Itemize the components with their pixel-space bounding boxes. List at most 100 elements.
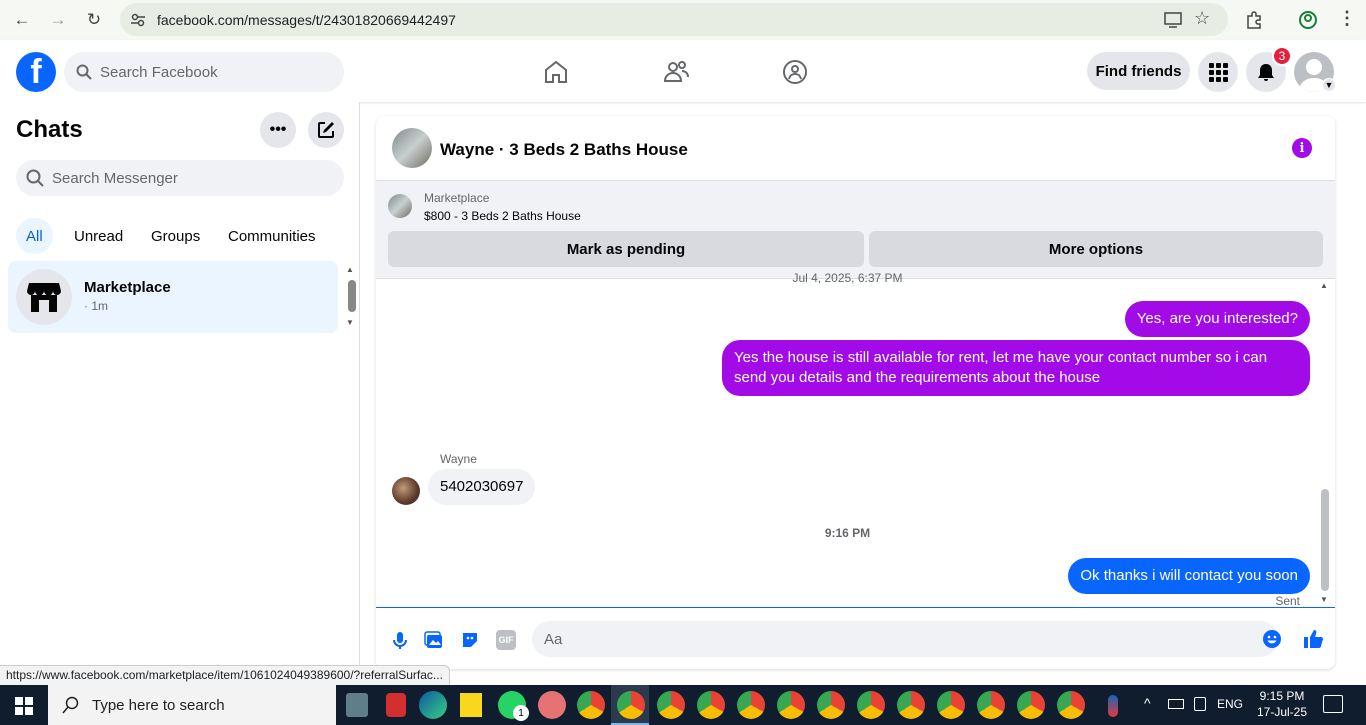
emoji-icon[interactable]: [1262, 629, 1282, 649]
conversation-title[interactable]: Wayne · 3 Beds 2 Baths House: [440, 140, 688, 160]
url-text: facebook.com/messages/t/2430182066944249…: [157, 12, 456, 28]
app-icon[interactable]: [538, 691, 566, 719]
notification-center-icon[interactable]: [1323, 695, 1343, 713]
reload-icon[interactable]: ↻: [82, 8, 106, 32]
address-bar[interactable]: facebook.com/messages/t/2430182066944249…: [120, 3, 1228, 36]
filter-all[interactable]: All: [16, 218, 53, 254]
browser-toolbar: ← → ↻ facebook.com/messages/t/2430182066…: [0, 0, 1366, 40]
chat-time: · 1m: [84, 299, 108, 313]
marketplace-avatar: [16, 269, 72, 325]
scroll-up-arrow[interactable]: ▲: [346, 265, 354, 274]
info-icon[interactable]: i: [1292, 138, 1312, 158]
notification-badge: 3: [1272, 46, 1292, 66]
wayne-avatar[interactable]: [392, 477, 420, 505]
chrome-icon[interactable]: [1057, 691, 1085, 719]
photo-icon[interactable]: [424, 630, 444, 650]
taskbar-clock[interactable]: 9:15 PM 17-Jul-25: [1254, 688, 1310, 720]
message-composer: GIF Aa: [376, 607, 1335, 669]
more-options-button[interactable]: More options: [869, 231, 1323, 267]
chrome-icon[interactable]: [817, 691, 845, 719]
chrome-icon[interactable]: [777, 691, 805, 719]
filter-groups[interactable]: Groups: [141, 218, 210, 254]
sticker-icon[interactable]: [460, 630, 480, 650]
sidebar-scrollbar[interactable]: [348, 280, 356, 312]
taskbar-search-placeholder: Type here to search: [92, 696, 225, 714]
facebook-logo[interactable]: f: [16, 52, 56, 92]
chrome-icon[interactable]: [617, 691, 645, 719]
new-message-button[interactable]: [308, 112, 344, 148]
message-timestamp: 9:16 PM: [824, 526, 871, 540]
search-icon: [62, 696, 79, 714]
more-options-button[interactable]: •••: [260, 112, 296, 148]
menu-icon[interactable]: ⋮: [1338, 8, 1356, 29]
chrome-icon[interactable]: [1017, 691, 1045, 719]
language-indicator[interactable]: ENG: [1217, 697, 1243, 711]
facebook-header: f Search Facebook Find friends ▼: [0, 40, 1366, 102]
chat-list-item[interactable]: Marketplace · 1m: [8, 261, 338, 333]
extensions-icon[interactable]: [1244, 10, 1264, 30]
edge-icon[interactable]: [419, 691, 447, 719]
search-placeholder: Search Facebook: [100, 63, 218, 81]
chrome-icon[interactable]: [737, 691, 765, 719]
filter-communities[interactable]: Communities: [218, 218, 326, 254]
app-icon[interactable]: [386, 693, 406, 717]
search-facebook-input[interactable]: Search Facebook: [64, 52, 344, 92]
chat-name: Marketplace: [84, 279, 171, 296]
sent-message: Yes the house is still available for ren…: [722, 340, 1310, 396]
sent-message: Yes, are you interested?: [1124, 301, 1310, 337]
filter-unread[interactable]: Unread: [64, 218, 133, 254]
message-input[interactable]: Aa: [532, 621, 1278, 657]
sent-status: Sent: [1275, 594, 1300, 608]
conversation-panel: Wayne · 3 Beds 2 Baths House i Marketpla…: [376, 116, 1335, 669]
site-settings-icon[interactable]: [130, 12, 146, 28]
chevron-down-icon[interactable]: ▼: [1322, 78, 1336, 92]
scroll-up-arrow[interactable]: ▲: [1320, 281, 1328, 290]
scroll-down-arrow[interactable]: ▼: [1320, 595, 1328, 604]
thread-scrollbar[interactable]: [1321, 489, 1329, 591]
forward-icon[interactable]: →: [46, 8, 70, 32]
sender-name: Wayne: [440, 452, 477, 466]
find-friends-button[interactable]: Find friends: [1087, 52, 1190, 90]
chrome-icon[interactable]: [697, 691, 725, 719]
storefront-icon: [27, 283, 61, 312]
chrome-icon[interactable]: [657, 691, 685, 719]
menu-grid-button[interactable]: [1198, 52, 1238, 92]
windows-start-icon[interactable]: [15, 697, 33, 715]
thermometer-icon[interactable]: [1108, 695, 1118, 717]
clock-time: 9:15 PM: [1259, 689, 1305, 703]
chevron-up-icon[interactable]: ^: [1144, 695, 1151, 711]
search-icon: [26, 169, 44, 187]
bookmark-star-icon[interactable]: ☆: [1194, 8, 1210, 29]
chrome-icon[interactable]: [857, 691, 885, 719]
network-icon[interactable]: [1194, 697, 1206, 711]
ellipsis-icon: •••: [269, 121, 287, 138]
profile-icon[interactable]: [1298, 10, 1318, 30]
calculator-icon[interactable]: [346, 693, 368, 717]
chrome-icon[interactable]: [977, 691, 1005, 719]
friends-icon[interactable]: [662, 58, 690, 86]
received-message: 5402030697: [428, 469, 536, 505]
taskbar-search[interactable]: Type here to search: [48, 685, 336, 725]
back-icon[interactable]: ←: [10, 8, 34, 32]
install-app-icon[interactable]: [1164, 11, 1182, 29]
grid-icon: [1209, 63, 1228, 82]
link-preview-url: https://www.facebook.com/marketplace/ite…: [0, 665, 450, 685]
sticky-notes-icon[interactable]: [460, 693, 482, 717]
gif-icon[interactable]: GIF: [496, 630, 516, 650]
thumbs-up-icon[interactable]: [1302, 628, 1324, 650]
microphone-icon[interactable]: [390, 630, 410, 650]
chrome-icon[interactable]: [897, 691, 925, 719]
listing-title[interactable]: $800 - 3 Beds 2 Baths House: [424, 209, 581, 223]
chrome-icon[interactable]: [937, 691, 965, 719]
bell-icon: [1258, 64, 1274, 81]
contact-avatar[interactable]: [392, 128, 432, 168]
groups-icon[interactable]: [781, 58, 809, 86]
search-messenger-input[interactable]: Search Messenger: [16, 160, 344, 196]
home-icon[interactable]: [542, 58, 570, 86]
listing-thumbnail[interactable]: [388, 194, 412, 218]
battery-icon[interactable]: [1168, 699, 1184, 709]
chrome-icon[interactable]: [577, 691, 605, 719]
scroll-down-arrow[interactable]: ▼: [346, 318, 354, 327]
message-thread: Jul 4, 2025, 6:37 PM Yes, are you intere…: [376, 271, 1335, 608]
mark-as-pending-button[interactable]: Mark as pending: [388, 231, 864, 267]
